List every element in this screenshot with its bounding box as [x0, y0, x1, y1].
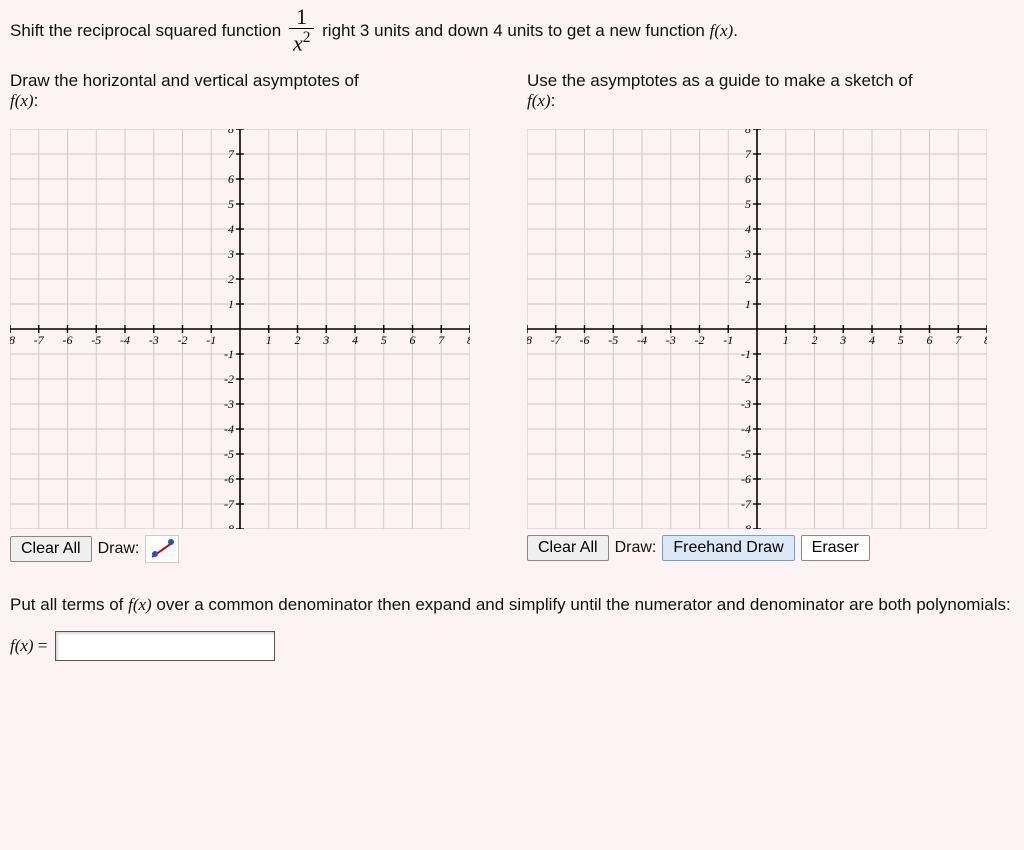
svg-text:2: 2	[745, 272, 751, 286]
svg-text:-5: -5	[608, 333, 618, 347]
svg-text:3: 3	[227, 247, 234, 261]
svg-text:-6: -6	[741, 472, 751, 486]
svg-text:-4: -4	[637, 333, 647, 347]
left-toolbar: Clear All Draw:	[10, 535, 497, 563]
svg-text:8: 8	[745, 129, 751, 136]
svg-text:7: 7	[228, 147, 235, 161]
svg-text:-6: -6	[224, 472, 234, 486]
svg-text:5: 5	[745, 197, 751, 211]
svg-text:-6: -6	[580, 333, 590, 347]
asymptote-graph-canvas[interactable]: -8 -7 -6 -5 -4 -3 -2 -1 1 2 3 4 5 6 7 8 -8 -7 -6 -5 -4 -3 -2 -1…	[10, 129, 470, 529]
svg-text:6: 6	[745, 172, 751, 186]
svg-text:1: 1	[745, 297, 751, 311]
svg-text:-8: -8	[10, 333, 15, 347]
svg-text:-7: -7	[34, 333, 45, 347]
svg-text:1: 1	[266, 333, 272, 347]
freehand-draw-button[interactable]: Freehand Draw	[662, 535, 794, 561]
grid-left: -8 -7 -6 -5 -4 -3 -2 -1 1 2 3 4 5 6 7 8 -8 -7 -6 -5 -4 -3 -2 -1…	[10, 129, 470, 529]
left-instruction: Draw the horizontal and vertical asympto…	[10, 71, 497, 119]
svg-text:3: 3	[744, 247, 751, 261]
sketch-graph-canvas[interactable]: -8 -7 -6 -5 -4 -3 -2 -1 1 2 3 4 5 6 7 8 -8 -7 -6 -5 -4 -3 -2 -1…	[527, 129, 987, 529]
svg-text:-3: -3	[149, 333, 159, 347]
answer-input[interactable]	[55, 631, 275, 661]
svg-text:-7: -7	[741, 497, 752, 511]
svg-text:8: 8	[467, 333, 470, 347]
fraction-1-over-x2: 1 x2	[289, 6, 314, 57]
svg-text:-3: -3	[224, 397, 234, 411]
svg-text:-1: -1	[224, 347, 234, 361]
svg-text:-4: -4	[741, 422, 751, 436]
right-panel: Use the asymptotes as a guide to make a …	[527, 71, 1014, 563]
svg-text:4: 4	[745, 222, 751, 236]
svg-text:7: 7	[955, 333, 962, 347]
svg-text:7: 7	[745, 147, 752, 161]
svg-text:-8: -8	[741, 522, 751, 529]
svg-text:-7: -7	[551, 333, 562, 347]
eraser-button[interactable]: Eraser	[801, 535, 870, 561]
simplify-prompt: Put all terms of f(x) over a common deno…	[10, 593, 1014, 617]
svg-text:-2: -2	[695, 333, 705, 347]
right-toolbar: Clear All Draw: Freehand Draw Eraser	[527, 535, 1014, 561]
clear-all-button[interactable]: Clear All	[527, 535, 609, 561]
left-panel: Draw the horizontal and vertical asympto…	[10, 71, 497, 563]
svg-text:-8: -8	[527, 333, 532, 347]
svg-text:8: 8	[984, 333, 987, 347]
svg-text:4: 4	[869, 333, 875, 347]
draw-label: Draw:	[98, 540, 140, 558]
svg-text:-1: -1	[723, 333, 733, 347]
grid-right: -8 -7 -6 -5 -4 -3 -2 -1 1 2 3 4 5 6 7 8 -8 -7 -6 -5 -4 -3 -2 -1…	[527, 129, 987, 529]
svg-text:7: 7	[438, 333, 445, 347]
answer-row: f(x) =	[10, 631, 1014, 661]
svg-text:2: 2	[295, 333, 301, 347]
fx-equals: f(x) =	[10, 636, 47, 656]
svg-text:-8: -8	[224, 522, 234, 529]
clear-all-button[interactable]: Clear All	[10, 536, 92, 562]
question-prompt: Shift the reciprocal squared function 1 …	[10, 6, 1014, 57]
svg-text:1: 1	[228, 297, 234, 311]
svg-text:5: 5	[228, 197, 234, 211]
svg-text:-3: -3	[741, 397, 751, 411]
svg-text:2: 2	[812, 333, 818, 347]
svg-text:-5: -5	[224, 447, 234, 461]
svg-text:5: 5	[898, 333, 904, 347]
svg-text:3: 3	[322, 333, 329, 347]
line-tool-icon[interactable]	[145, 535, 179, 563]
svg-text:3: 3	[839, 333, 846, 347]
svg-text:6: 6	[927, 333, 933, 347]
svg-text:5: 5	[381, 333, 387, 347]
right-instruction: Use the asymptotes as a guide to make a …	[527, 71, 1014, 119]
svg-text:2: 2	[228, 272, 234, 286]
svg-text:-3: -3	[666, 333, 676, 347]
draw-label: Draw:	[615, 539, 657, 557]
fx-symbol: f(x)	[710, 21, 734, 40]
svg-text:-4: -4	[224, 422, 234, 436]
svg-text:-5: -5	[91, 333, 101, 347]
svg-text:-2: -2	[741, 372, 751, 386]
svg-text:-6: -6	[63, 333, 73, 347]
prompt-text-1: Shift the reciprocal squared function	[10, 21, 286, 40]
svg-text:-2: -2	[224, 372, 234, 386]
prompt-text-2: right 3 units and down 4 units to get a …	[322, 21, 709, 40]
svg-text:-1: -1	[741, 347, 751, 361]
svg-text:-2: -2	[178, 333, 188, 347]
svg-text:6: 6	[228, 172, 234, 186]
svg-text:6: 6	[410, 333, 416, 347]
svg-text:-1: -1	[206, 333, 216, 347]
svg-text:4: 4	[228, 222, 234, 236]
svg-text:-5: -5	[741, 447, 751, 461]
svg-text:8: 8	[228, 129, 234, 136]
svg-text:1: 1	[783, 333, 789, 347]
svg-text:-4: -4	[120, 333, 130, 347]
svg-text:-7: -7	[224, 497, 235, 511]
svg-text:4: 4	[352, 333, 358, 347]
